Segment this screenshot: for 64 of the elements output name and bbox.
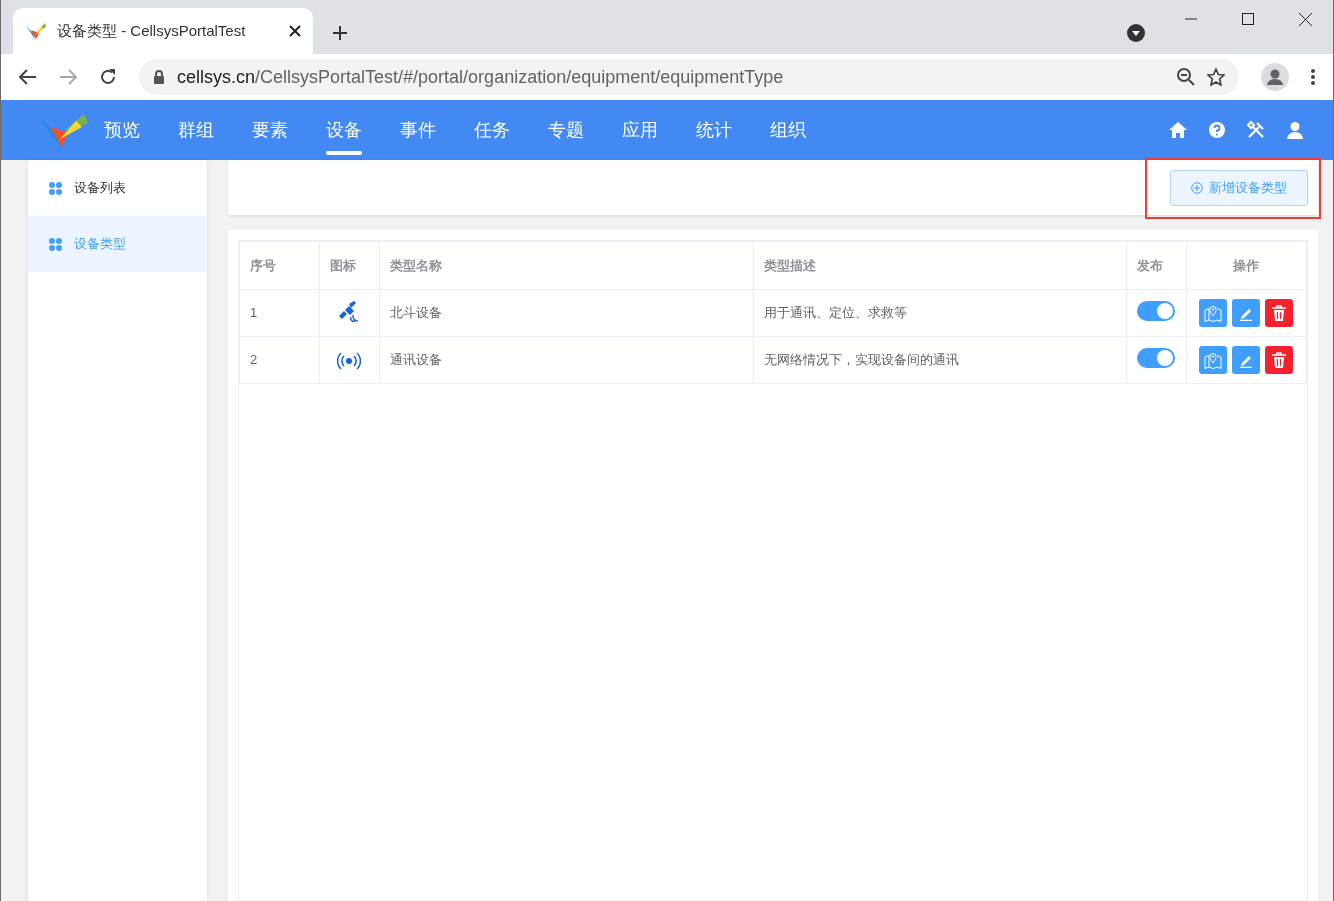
help-icon[interactable] — [1209, 122, 1225, 138]
sidebar-item[interactable]: 设备列表 — [28, 160, 207, 216]
logo-icon — [38, 111, 90, 149]
lock-icon — [153, 70, 165, 84]
table-cell: 2 — [239, 336, 320, 384]
column-header: 发布 — [1126, 241, 1187, 290]
zoom-icon[interactable] — [1177, 68, 1195, 86]
column-header: 类型描述 — [753, 241, 1127, 290]
column-header: 序号 — [239, 241, 320, 290]
nav-item[interactable]: 预览 — [104, 100, 140, 160]
sidebar-item[interactable]: 设备类型 — [28, 216, 207, 272]
signal-icon — [337, 351, 362, 370]
grid-icon — [49, 237, 62, 251]
tab-title: 设备类型 - CellsysPortalTest — [57, 20, 247, 41]
close-icon[interactable] — [1299, 13, 1312, 26]
nav-item[interactable]: 任务 — [474, 100, 510, 160]
home-icon[interactable] — [1169, 122, 1187, 138]
publish-toggle[interactable] — [1137, 348, 1175, 369]
plus-circle-icon — [1191, 181, 1203, 194]
map-button[interactable] — [1199, 299, 1228, 327]
edit-button[interactable] — [1232, 346, 1261, 374]
forward-icon[interactable] — [59, 69, 77, 85]
nav-item[interactable]: 专题 — [548, 100, 584, 160]
new-tab-icon[interactable] — [333, 26, 347, 40]
trash-icon — [1272, 305, 1287, 321]
dropdown-icon[interactable] — [1127, 24, 1145, 42]
nav-item[interactable]: 统计 — [696, 100, 732, 160]
user-icon[interactable] — [1287, 121, 1303, 139]
back-icon[interactable] — [19, 69, 37, 85]
tools-icon[interactable] — [1247, 121, 1265, 139]
column-header: 类型名称 — [379, 241, 754, 290]
grid-icon — [49, 181, 62, 195]
maximize-icon[interactable] — [1242, 13, 1254, 25]
nav-item[interactable]: 群组 — [178, 100, 214, 160]
table-cell: 通讯设备 — [379, 336, 754, 384]
logo-icon — [25, 21, 47, 41]
table-cell: 用于通讯、定位、求救等 — [753, 289, 1127, 337]
column-header: 图标 — [319, 241, 380, 290]
star-icon[interactable] — [1207, 68, 1225, 86]
nav-item[interactable]: 要素 — [252, 100, 288, 160]
map-button[interactable] — [1199, 346, 1228, 374]
table-cell: 无网络情况下，实现设备间的通讯 — [753, 336, 1127, 384]
table-cell: 北斗设备 — [379, 289, 754, 337]
nav-item[interactable]: 设备 — [326, 100, 362, 160]
nav-item[interactable]: 应用 — [622, 100, 658, 160]
edit-button[interactable] — [1232, 299, 1261, 327]
map-pin-icon — [1204, 351, 1223, 369]
browser-tab[interactable]: 设备类型 - CellsysPortalTest — [13, 8, 313, 54]
delete-button[interactable] — [1265, 346, 1294, 374]
map-pin-icon — [1204, 304, 1223, 322]
delete-button[interactable] — [1265, 299, 1294, 327]
table-cell: 1 — [239, 289, 320, 337]
profile-icon[interactable] — [1261, 63, 1289, 91]
trash-icon — [1272, 352, 1287, 368]
address-field[interactable]: cellsys.cn/CellsysPortalTest/#/portal/organization/equipment/equipmentType — [139, 59, 1239, 95]
publish-toggle[interactable] — [1137, 301, 1175, 322]
close-icon[interactable] — [289, 25, 301, 37]
column-header: 操作 — [1186, 241, 1307, 290]
menu-icon[interactable] — [1311, 69, 1315, 85]
add-type-button[interactable]: 新增设备类型 — [1170, 169, 1308, 206]
url-text: cellsys.cn/CellsysPortalTest/#/portal/organization/equipment/equipmentType — [177, 65, 785, 89]
nav-item[interactable]: 组织 — [770, 100, 806, 160]
nav-item[interactable]: 事件 — [400, 100, 436, 160]
reload-icon[interactable] — [99, 68, 117, 86]
